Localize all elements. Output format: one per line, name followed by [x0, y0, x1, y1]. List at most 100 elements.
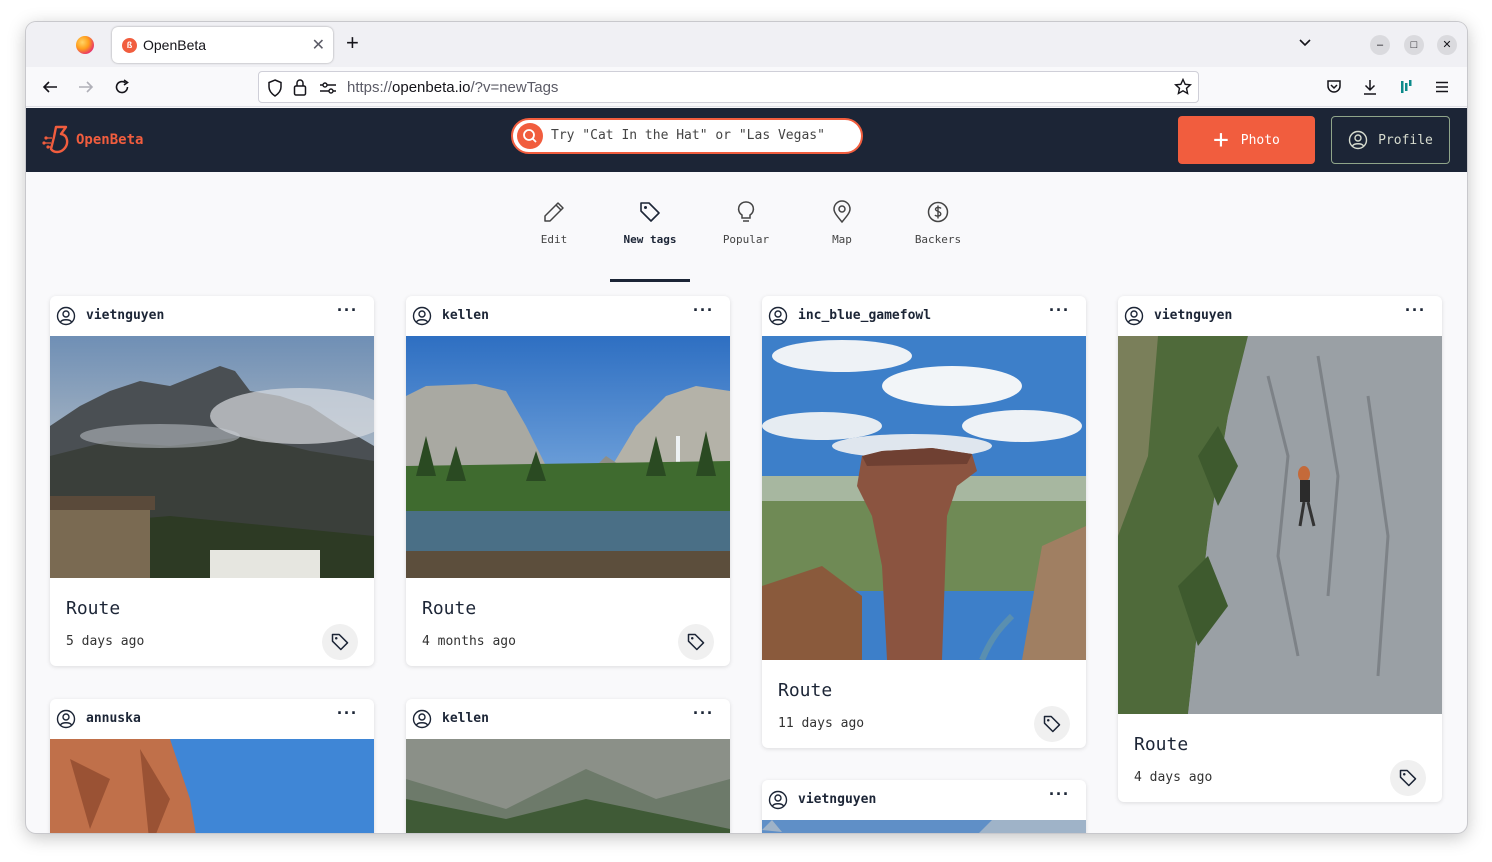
tab-new-tags[interactable]: New tags — [610, 194, 690, 282]
card-date: 5 days ago — [66, 634, 145, 649]
card-title[interactable]: Route — [422, 598, 476, 619]
site-header: OpenBeta Try "Cat In the Hat" or "Las Ve… — [26, 108, 1467, 172]
menu-icon[interactable] — [1430, 75, 1454, 99]
more-options-icon[interactable]: ··· — [337, 300, 358, 321]
card-header: vietnguyen ··· — [50, 296, 374, 336]
close-tab-icon[interactable]: ✕ — [312, 35, 325, 55]
extension-icon[interactable] — [1394, 75, 1418, 99]
forward-icon[interactable] — [74, 75, 98, 99]
minimize-icon[interactable]: – — [1370, 35, 1390, 55]
reload-icon[interactable] — [110, 75, 134, 99]
username[interactable]: vietnguyen — [1154, 308, 1232, 323]
permissions-icon[interactable] — [319, 81, 337, 95]
username[interactable]: inc_blue_gamefowl — [798, 308, 931, 323]
pocket-icon[interactable] — [1322, 75, 1346, 99]
openbeta-logo[interactable]: OpenBeta — [42, 124, 143, 156]
browser-tab[interactable]: ß OpenBeta ✕ — [112, 27, 333, 63]
tab-title: OpenBeta — [143, 37, 207, 53]
photo-card[interactable]: vietnguyen ··· Route 5 days ago — [50, 296, 374, 666]
card-title[interactable]: Route — [1134, 734, 1188, 755]
card-header: vietnguyen ··· — [1118, 296, 1442, 336]
tab-map[interactable]: Map — [802, 194, 882, 282]
card-date: 4 months ago — [422, 634, 516, 649]
more-options-icon[interactable]: ··· — [1049, 784, 1070, 805]
card-footer: Route 5 days ago — [50, 578, 374, 666]
tag-button[interactable] — [1034, 706, 1070, 742]
photo[interactable] — [406, 739, 730, 833]
profile-button[interactable]: Profile — [1331, 116, 1450, 164]
back-icon[interactable] — [38, 75, 62, 99]
username[interactable]: kellen — [442, 711, 489, 726]
search-placeholder: Try "Cat In the Hat" or "Las Vegas" — [551, 128, 825, 143]
tab-backers[interactable]: Backers — [898, 194, 978, 282]
chevron-down-icon[interactable] — [1298, 36, 1312, 50]
tab-popular[interactable]: Popular — [706, 194, 786, 282]
tab-edit[interactable]: Edit — [514, 194, 594, 282]
user-icon[interactable] — [768, 306, 788, 326]
url-scheme: https:// — [347, 79, 393, 96]
card-title[interactable]: Route — [66, 598, 120, 619]
tab-bar: ß OpenBeta ✕ + – □ ✕ — [26, 22, 1467, 67]
card-title[interactable]: Route — [778, 680, 832, 701]
photo[interactable] — [762, 820, 1086, 833]
tag-button[interactable] — [322, 624, 358, 660]
lock-icon[interactable] — [293, 78, 307, 96]
address-bar[interactable]: https://openbeta.io/?v=newTags — [258, 71, 1199, 103]
photo[interactable] — [1118, 336, 1442, 714]
plus-icon: + — [1213, 125, 1229, 155]
new-tab-icon[interactable]: + — [346, 32, 359, 54]
map-pin-icon — [833, 200, 851, 224]
photo[interactable] — [762, 336, 1086, 660]
browser-window: ß OpenBeta ✕ + – □ ✕ https://openbeta.io… — [26, 22, 1467, 833]
username[interactable]: kellen — [442, 308, 489, 323]
tag-icon — [687, 633, 705, 651]
photo-card[interactable]: kellen ··· — [406, 699, 730, 833]
url-text[interactable]: https://openbeta.io/?v=newTags — [347, 79, 558, 96]
photo-card[interactable]: vietnguyen ··· — [762, 780, 1086, 833]
firefox-icon[interactable] — [76, 36, 94, 54]
tab-label: Popular — [722, 233, 770, 246]
more-options-icon[interactable]: ··· — [337, 703, 358, 724]
add-photo-button[interactable]: + Photo — [1178, 116, 1315, 164]
photo-card[interactable]: inc_blue_gamefowl ··· Route 11 days ago — [762, 296, 1086, 748]
maximize-icon[interactable]: □ — [1404, 35, 1424, 55]
username[interactable]: vietnguyen — [798, 792, 876, 807]
user-icon[interactable] — [768, 790, 788, 810]
shield-icon[interactable] — [267, 79, 283, 97]
tag-button[interactable] — [678, 624, 714, 660]
downloads-icon[interactable] — [1358, 75, 1382, 99]
username[interactable]: vietnguyen — [86, 308, 164, 323]
user-icon[interactable] — [412, 709, 432, 729]
search-icon[interactable] — [517, 123, 543, 149]
photo[interactable] — [50, 336, 374, 578]
user-icon[interactable] — [412, 306, 432, 326]
card-header: annuska ··· — [50, 699, 374, 739]
feed-tabs: Edit New tags Popular Map Backers — [26, 194, 1467, 284]
card-header: vietnguyen ··· — [762, 780, 1086, 820]
bookmark-star-icon[interactable] — [1174, 78, 1192, 96]
dollar-icon — [927, 201, 949, 223]
user-icon[interactable] — [56, 709, 76, 729]
tag-icon — [1399, 769, 1417, 787]
photo[interactable] — [406, 336, 730, 578]
photo-card[interactable]: vietnguyen ··· Route 4 days ago — [1118, 296, 1442, 802]
more-options-icon[interactable]: ··· — [693, 300, 714, 321]
openbeta-favicon-icon: ß — [122, 38, 137, 53]
user-icon[interactable] — [56, 306, 76, 326]
profile-button-label: Profile — [1378, 132, 1433, 148]
user-icon[interactable] — [1124, 306, 1144, 326]
username[interactable]: annuska — [86, 711, 141, 726]
more-options-icon[interactable]: ··· — [1405, 300, 1426, 321]
card-header: kellen ··· — [406, 699, 730, 739]
logo-text: OpenBeta — [76, 132, 144, 148]
search-bar[interactable]: Try "Cat In the Hat" or "Las Vegas" — [511, 118, 863, 154]
photo-card[interactable]: annuska ··· — [50, 699, 374, 833]
tag-icon — [331, 633, 349, 651]
photo[interactable] — [50, 739, 374, 833]
window-close-icon[interactable]: ✕ — [1437, 35, 1457, 55]
photo-card[interactable]: kellen ··· Route 4 months ago — [406, 296, 730, 666]
tag-button[interactable] — [1390, 760, 1426, 796]
card-footer: Route 4 months ago — [406, 578, 730, 666]
more-options-icon[interactable]: ··· — [1049, 300, 1070, 321]
more-options-icon[interactable]: ··· — [693, 703, 714, 724]
